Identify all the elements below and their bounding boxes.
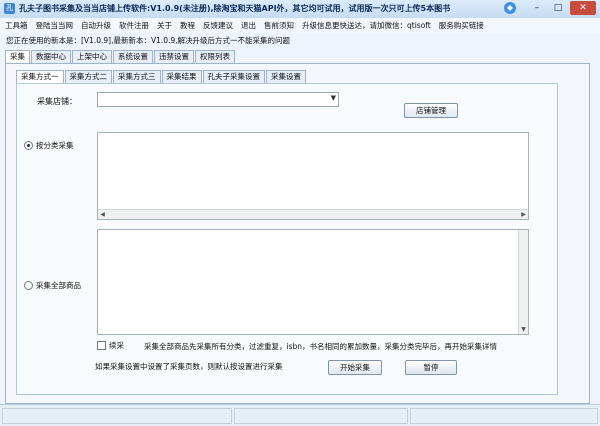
store-select[interactable]: ▼ [97,92,339,107]
title-bar: 孔 孔夫子图书采集及当当店铺上传软件:V1.0.9(未注册),除淘宝和天猫API… [0,0,600,19]
resume-checkbox[interactable] [97,341,106,350]
menu-item-presale[interactable]: 售前须知 [264,20,294,31]
status-bar [0,404,600,426]
menu-item-feedback[interactable]: 反馈建议 [203,20,233,31]
resume-row[interactable]: 续采 [97,340,124,351]
radio-category[interactable] [24,141,33,150]
category-textarea[interactable]: ◀ ▶ [97,132,529,220]
tab-prohibited-settings[interactable]: 违禁设置 [154,50,194,63]
sub-tabs: 采集方式一 采集方式二 采集方式三 采集结果 孔夫子采集设置 采集设置 [16,70,307,84]
menu-item-toolbox[interactable]: 工具箱 [5,20,28,31]
close-button[interactable]: ✕ [570,1,596,15]
status-pane-1 [2,408,232,424]
main-tabs: 采集 数据中心 上架中心 系统设置 违禁设置 权限列表 [5,50,236,64]
tab-collect[interactable]: 采集 [5,50,30,64]
radio-category-label: 按分类采集 [36,141,74,150]
subtab-method-2[interactable]: 采集方式二 [64,70,112,83]
start-collect-button[interactable]: 开始采集 [328,360,382,375]
maximize-button[interactable]: □ [549,1,567,15]
shield-icon[interactable]: ◆ [504,2,516,14]
radio-all-label: 采集全部商品 [36,281,81,290]
menu-item-exit[interactable]: 退出 [241,20,256,31]
scroll-left-icon[interactable]: ◀ [98,210,107,219]
all-products-textarea[interactable]: ▼ [97,229,529,335]
menu-item-upgrade-info[interactable]: 升级信息更快送达，请加微信：qtisoft [302,20,431,31]
scroll-right-icon[interactable]: ▶ [519,210,528,219]
horizontal-scrollbar[interactable]: ◀ ▶ [98,209,528,219]
store-label: 采集店铺： [37,97,77,106]
subtab-method-3[interactable]: 采集方式三 [113,70,161,83]
radio-all[interactable] [24,281,33,290]
menu-item-tutorial[interactable]: 教程 [180,20,195,31]
subtab-collect-settings[interactable]: 采集设置 [266,70,306,83]
menu-item-register[interactable]: 软件注册 [119,20,149,31]
collect-panel: 采集方式一 采集方式二 采集方式三 采集结果 孔夫子采集设置 采集设置 采集店铺… [5,63,590,404]
tab-listing-center[interactable]: 上架中心 [72,50,112,63]
app-icon: 孔 [4,3,15,14]
menu-item-purchase-link[interactable]: 服务购买链接 [439,20,484,31]
menu-item-about[interactable]: 关于 [157,20,172,31]
subtab-results[interactable]: 采集结果 [161,70,202,83]
tab-system-settings[interactable]: 系统设置 [113,50,153,63]
scroll-down-icon[interactable]: ▼ [519,325,528,334]
resume-label: 续采 [109,341,124,350]
tab-permission-list[interactable]: 权限列表 [195,50,235,63]
version-info: 您正在使用的新本是：[V1.0.9],最新新本：V1.0.9,解决升级后方式一不… [6,36,291,45]
radio-all-row[interactable]: 采集全部商品 [24,280,81,291]
radio-category-row[interactable]: 按分类采集 [24,140,74,151]
status-pane-2 [234,408,408,424]
subtab-kongfuzi-settings[interactable]: 孔夫子采集设置 [202,70,265,83]
menu-bar: 工具箱 登陆当当网 自动升级 软件注册 关于 教程 反馈建议 退出 售前须知 升… [0,18,600,33]
method-1-panel: 采集店铺： ▼ 店铺管理 按分类采集 ◀ ▶ 采集全部商品 ▼ 续采 采集全部商… [16,83,558,395]
status-pane-3 [410,408,598,424]
store-manage-button[interactable]: 店铺管理 [404,103,458,118]
all-products-note: 采集全部商品先采集所有分类，过滤重复，isbn，书名相同的累加数量，采集分类完毕… [144,342,498,351]
tab-data-center[interactable]: 数据中心 [31,50,71,63]
menu-item-auto-upgrade[interactable]: 自动升级 [81,20,111,31]
vertical-scrollbar[interactable]: ▼ [518,230,528,334]
pause-button[interactable]: 暂停 [405,360,457,375]
subtab-method-1[interactable]: 采集方式一 [16,70,64,84]
window-title: 孔夫子图书采集及当当店铺上传软件:V1.0.9(未注册),除淘宝和天猫API外，… [19,4,451,13]
pages-note: 如果采集设置中设置了采集页数，则默认按设置进行采集 [95,362,283,371]
minimize-button[interactable]: – [528,1,546,15]
menu-item-login-dangdang[interactable]: 登陆当当网 [36,20,74,31]
chevron-down-icon[interactable]: ▼ [331,94,336,102]
